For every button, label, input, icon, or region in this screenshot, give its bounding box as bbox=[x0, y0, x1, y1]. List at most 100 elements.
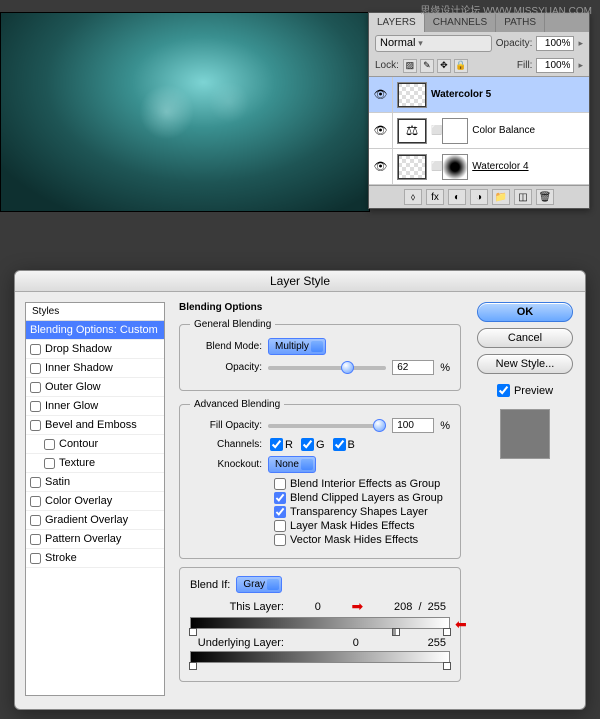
layer-mask[interactable] bbox=[442, 154, 468, 180]
layer-row[interactable]: 👁 ⬜ Watercolor 4 bbox=[369, 149, 589, 185]
fx-icon[interactable]: fx bbox=[426, 189, 444, 205]
style-item[interactable]: Inner Shadow bbox=[26, 359, 164, 378]
adv-checkbox[interactable] bbox=[274, 492, 286, 504]
style-item[interactable]: Gradient Overlay bbox=[26, 511, 164, 530]
chevron-right-icon[interactable]: ▸ bbox=[578, 60, 583, 71]
style-item[interactable]: Drop Shadow bbox=[26, 340, 164, 359]
style-item[interactable]: Inner Glow bbox=[26, 397, 164, 416]
layer-name[interactable]: Color Balance bbox=[472, 125, 589, 136]
blendif-select[interactable]: Gray bbox=[236, 576, 282, 593]
style-checkbox[interactable] bbox=[44, 439, 55, 450]
knockout-select[interactable]: None bbox=[268, 456, 316, 473]
fill-field[interactable] bbox=[536, 58, 574, 73]
lock-all-icon[interactable]: 🔒 bbox=[454, 59, 468, 73]
gradient-stop[interactable] bbox=[189, 662, 197, 670]
chevron-right-icon[interactable]: ▸ bbox=[578, 38, 583, 49]
adv-checkbox[interactable] bbox=[274, 520, 286, 532]
style-item[interactable]: Texture bbox=[26, 454, 164, 473]
layer-thumb[interactable] bbox=[397, 82, 427, 108]
options-title: Blending Options bbox=[179, 302, 461, 313]
opacity-input[interactable] bbox=[392, 360, 434, 375]
blend-mode-select[interactable]: Normal ▾ bbox=[375, 35, 492, 52]
link-layers-icon[interactable]: ⬨ bbox=[404, 189, 422, 205]
preview-swatch bbox=[500, 409, 550, 459]
style-label: Blending Options: Custom bbox=[30, 324, 158, 336]
layer-row[interactable]: 👁 ⬜ Color Balance bbox=[369, 113, 589, 149]
opacity-slider[interactable] bbox=[268, 366, 386, 370]
lock-transparency-icon[interactable]: ▨ bbox=[403, 59, 417, 73]
arrow-left-icon: ➡ bbox=[455, 616, 467, 633]
blending-options: Blending Options General Blending Blend … bbox=[175, 302, 465, 696]
layer-row[interactable]: 👁 Watercolor 5 bbox=[369, 77, 589, 113]
style-item[interactable]: Color Overlay bbox=[26, 492, 164, 511]
channel-r-checkbox[interactable] bbox=[270, 438, 283, 451]
layer-thumb[interactable] bbox=[397, 118, 427, 144]
layer-thumb[interactable] bbox=[397, 154, 427, 180]
layer-name[interactable]: Watercolor 4 bbox=[472, 161, 589, 172]
style-item[interactable]: Stroke bbox=[26, 549, 164, 568]
cancel-button[interactable]: Cancel bbox=[477, 328, 573, 348]
style-checkbox[interactable] bbox=[30, 420, 41, 431]
channel-g-checkbox[interactable] bbox=[301, 438, 314, 451]
link-icon: ⬜ bbox=[431, 161, 442, 172]
mask-icon[interactable]: ◐ bbox=[448, 189, 466, 205]
styles-header[interactable]: Styles bbox=[26, 303, 164, 321]
layer-style-dialog: Layer Style Styles Blending Options: Cus… bbox=[14, 270, 586, 710]
style-checkbox[interactable] bbox=[30, 382, 41, 393]
pct-label: % bbox=[440, 420, 450, 432]
new-style-button[interactable]: New Style... bbox=[477, 354, 573, 374]
new-layer-icon[interactable]: ◫ bbox=[514, 189, 532, 205]
style-item[interactable]: Pattern Overlay bbox=[26, 530, 164, 549]
ok-button[interactable]: OK bbox=[477, 302, 573, 322]
adv-check-label: Blend Interior Effects as Group bbox=[290, 478, 440, 490]
eye-icon[interactable]: 👁 bbox=[369, 149, 393, 184]
style-item[interactable]: Contour bbox=[26, 435, 164, 454]
lock-pixels-icon[interactable]: ✎ bbox=[420, 59, 434, 73]
blend-mode-select[interactable]: Multiply bbox=[268, 338, 326, 355]
folder-icon[interactable]: 📁 bbox=[492, 189, 510, 205]
style-item[interactable]: Blending Options: Custom bbox=[26, 321, 164, 340]
style-label: Stroke bbox=[45, 552, 77, 564]
style-checkbox[interactable] bbox=[30, 515, 41, 526]
eye-icon[interactable]: 👁 bbox=[369, 77, 393, 112]
fill-opacity-input[interactable] bbox=[392, 418, 434, 433]
style-checkbox[interactable] bbox=[30, 534, 41, 545]
gradient-stop[interactable] bbox=[189, 628, 197, 636]
gradient-stop[interactable] bbox=[443, 628, 451, 636]
style-checkbox[interactable] bbox=[30, 477, 41, 488]
style-checkbox[interactable] bbox=[30, 363, 41, 374]
preview-label: Preview bbox=[514, 385, 553, 397]
gradient-stop-split[interactable] bbox=[392, 628, 400, 636]
style-item[interactable]: Satin bbox=[26, 473, 164, 492]
layer-mask[interactable] bbox=[442, 118, 468, 144]
style-label: Outer Glow bbox=[45, 381, 101, 393]
eye-icon[interactable]: 👁 bbox=[369, 113, 393, 148]
adjustment-icon[interactable]: ◑ bbox=[470, 189, 488, 205]
style-checkbox[interactable] bbox=[30, 496, 41, 507]
adv-checkbox[interactable] bbox=[274, 478, 286, 490]
fill-opacity-slider[interactable] bbox=[268, 424, 386, 428]
adv-check: Blend Clipped Layers as Group bbox=[274, 492, 450, 504]
style-checkbox[interactable] bbox=[30, 553, 41, 564]
blend-mode-label: Blend Mode: bbox=[190, 341, 262, 352]
tab-layers[interactable]: LAYERS bbox=[369, 13, 425, 32]
trash-icon[interactable]: 🗑 bbox=[536, 189, 554, 205]
channel-b-checkbox[interactable] bbox=[333, 438, 346, 451]
adv-checkbox[interactable] bbox=[274, 506, 286, 518]
lock-position-icon[interactable]: ✥ bbox=[437, 59, 451, 73]
layer-name[interactable]: Watercolor 5 bbox=[431, 89, 589, 100]
underlying-gradient[interactable] bbox=[190, 651, 450, 663]
style-item[interactable]: Outer Glow bbox=[26, 378, 164, 397]
style-item[interactable]: Bevel and Emboss bbox=[26, 416, 164, 435]
this-layer-gradient[interactable]: ➡ bbox=[190, 617, 450, 629]
style-label: Satin bbox=[45, 476, 70, 488]
style-label: Contour bbox=[59, 438, 98, 450]
adv-checkbox[interactable] bbox=[274, 534, 286, 546]
style-checkbox[interactable] bbox=[30, 344, 41, 355]
gradient-stop[interactable] bbox=[443, 662, 451, 670]
opacity-field[interactable] bbox=[536, 36, 574, 51]
preview-checkbox[interactable] bbox=[497, 384, 510, 397]
style-checkbox[interactable] bbox=[30, 401, 41, 412]
style-checkbox[interactable] bbox=[44, 458, 55, 469]
styles-list: Styles Blending Options: Custom Drop Shad… bbox=[25, 302, 165, 696]
